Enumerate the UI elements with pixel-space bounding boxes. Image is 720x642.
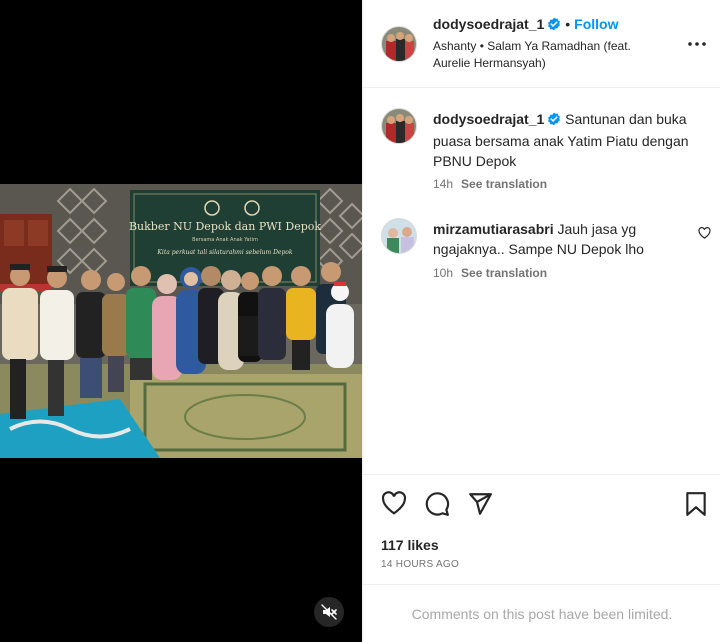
heart-icon [698, 227, 711, 239]
share-button[interactable] [467, 491, 493, 522]
comment-meta: 10h See translation [433, 266, 547, 280]
author-username[interactable]: dodysoedrajat_1 [433, 16, 544, 32]
banner-subtitle: Bersama Anak Anak Yatim [192, 237, 258, 243]
heart-icon [381, 491, 407, 515]
verified-badge-icon [547, 17, 561, 36]
banner-title: Bukber NU Depok dan PWI Depok [129, 220, 321, 233]
more-horizontal-icon [688, 42, 706, 46]
comment-button[interactable] [424, 491, 450, 522]
send-icon [469, 493, 492, 515]
comment-username[interactable]: mirzamutiarasabri [433, 221, 554, 237]
post-photo: Bukber NU Depok dan PWI Depok Bersama An… [0, 184, 362, 458]
post-header: dodysoedrajat_1 • Follow Ashanty • Salam Y… [363, 0, 720, 88]
caption-meta: 14h See translation [433, 177, 547, 191]
comment-time[interactable]: 10h [433, 266, 453, 280]
comment-see-translation[interactable]: See translation [461, 266, 547, 280]
comment-icon [425, 492, 450, 516]
bookmark-icon [686, 492, 706, 516]
verified-badge-icon [547, 111, 561, 131]
author-avatar[interactable] [381, 26, 417, 62]
comment-like-button[interactable] [698, 226, 711, 244]
save-button[interactable] [685, 491, 707, 522]
comments-limited-notice: Comments on this post have been limited. [363, 584, 720, 642]
audio-track-link[interactable]: Ashanty • Salam Ya Ramadhan (feat. Aurel… [433, 38, 663, 72]
more-options-button[interactable] [685, 36, 709, 52]
mute-toggle-button[interactable] [314, 597, 344, 627]
post-timestamp[interactable]: 14 HOURS AGO [381, 559, 459, 570]
likes-count[interactable]: 117 likes [381, 537, 439, 553]
caption-text-block: dodysoedrajat_1 Santunan dan buka puasa … [433, 109, 703, 171]
author-line: dodysoedrajat_1 • Follow [433, 16, 619, 36]
caption-author-avatar[interactable] [381, 108, 417, 144]
caption-username[interactable]: dodysoedrajat_1 [433, 111, 544, 127]
post-media[interactable]: Bukber NU Depok dan PWI Depok Bersama An… [0, 0, 362, 642]
like-button[interactable] [381, 491, 407, 520]
post-actions-bar: 117 likes 14 HOURS AGO [363, 474, 720, 582]
separator-dot: • [565, 16, 571, 32]
muted-speaker-icon [321, 604, 337, 620]
comment-text-block: mirzamutiarasabri Jauh jasa yg ngajaknya… [433, 219, 683, 259]
post-details-panel: dodysoedrajat_1 • Follow Ashanty • Salam Y… [362, 0, 720, 642]
banner-quote: Kita perkuat tali silaturahmi sebelum De… [156, 249, 292, 256]
caption-time[interactable]: 14h [433, 177, 453, 191]
commenter-avatar[interactable] [381, 218, 417, 254]
caption-see-translation[interactable]: See translation [461, 177, 547, 191]
follow-button[interactable]: Follow [574, 16, 618, 32]
